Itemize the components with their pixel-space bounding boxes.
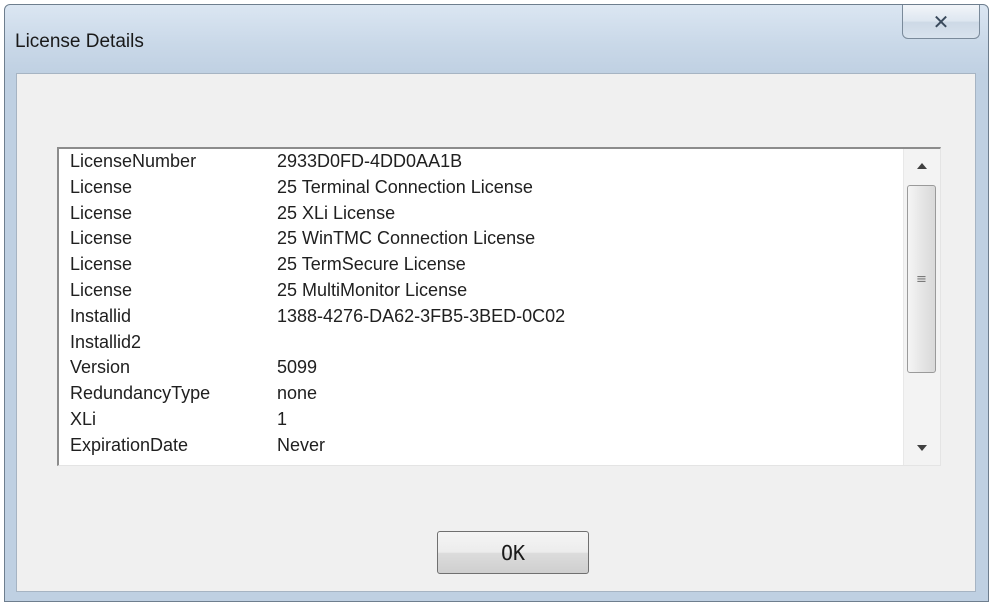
row-key: Installid xyxy=(70,305,132,326)
row-value: 25 Terminal Connection License xyxy=(277,176,533,197)
list-item[interactable]: ExpirationDate Never xyxy=(59,433,902,459)
row-value: Never xyxy=(277,434,326,455)
row-key: Installid2 xyxy=(70,331,142,352)
title-bar[interactable]: License Details ✕ xyxy=(5,5,988,73)
row-value: 1388-4276-DA62-3FB5-3BED-0C02 xyxy=(277,305,566,326)
close-button[interactable]: ✕ xyxy=(902,5,980,39)
close-icon: ✕ xyxy=(932,9,950,34)
row-value: 5099 xyxy=(277,357,318,378)
row-key: LicenseNumber xyxy=(70,151,197,171)
row-value: 1 xyxy=(277,408,288,429)
list-item[interactable]: Installid2 xyxy=(59,330,902,356)
row-key: License xyxy=(70,228,133,249)
scroll-up-button[interactable] xyxy=(904,149,940,183)
window-title: License Details xyxy=(15,31,144,52)
list-item[interactable]: XLi 1 xyxy=(59,407,902,433)
row-value: 25 WinTMC Connection License xyxy=(277,228,536,249)
list-item[interactable]: License 25 Terminal Connection License xyxy=(59,175,902,201)
row-key: License xyxy=(70,176,133,197)
row-value: 25 MultiMonitor License xyxy=(277,279,468,300)
list-item[interactable]: LicenseNumber 2933D0FD-4DD0AA1B xyxy=(59,149,902,175)
row-key: License xyxy=(70,202,133,223)
list-item[interactable]: License 25 MultiMonitor License xyxy=(59,278,902,304)
list-item[interactable]: Version 5099 xyxy=(59,355,902,381)
row-value: 2933D0FD-4DD0AA1B xyxy=(277,151,463,171)
grip-icon: ≡ xyxy=(916,271,927,287)
row-key: Version xyxy=(70,357,131,378)
vertical-scrollbar[interactable]: ≡ xyxy=(903,149,940,465)
row-key: License xyxy=(70,254,133,275)
row-key: RedundancyType xyxy=(70,383,211,404)
row-key: XLi xyxy=(70,408,97,429)
row-key: ExpirationDate xyxy=(70,434,189,455)
list-item[interactable]: License 25 XLi License xyxy=(59,201,902,227)
row-value: 25 XLi License xyxy=(277,202,396,223)
row-key: License xyxy=(70,279,133,300)
license-details-list[interactable]: LicenseNumber 2933D0FD-4DD0AA1B License … xyxy=(57,147,941,466)
license-details-dialog: License Details ✕ LicenseNumber 2933D0FD… xyxy=(4,4,989,602)
list-item[interactable]: License 25 WinTMC Connection License xyxy=(59,226,902,252)
scroll-down-button[interactable] xyxy=(904,431,940,465)
ok-button[interactable]: OK xyxy=(437,531,589,574)
list-rows: LicenseNumber 2933D0FD-4DD0AA1B License … xyxy=(59,149,902,465)
row-value: none xyxy=(277,383,318,404)
list-item[interactable]: RedundancyType none xyxy=(59,381,902,407)
scrollbar-thumb[interactable]: ≡ xyxy=(907,185,936,373)
list-item[interactable]: License 25 TermSecure License xyxy=(59,252,902,278)
up-arrow-icon xyxy=(917,163,927,169)
dialog-client-area: LicenseNumber 2933D0FD-4DD0AA1B License … xyxy=(16,73,976,592)
list-item[interactable]: Installid 1388-4276-DA62-3FB5-3BED-0C02 xyxy=(59,304,902,330)
down-arrow-icon xyxy=(917,445,927,451)
row-value: 25 TermSecure License xyxy=(277,254,466,275)
